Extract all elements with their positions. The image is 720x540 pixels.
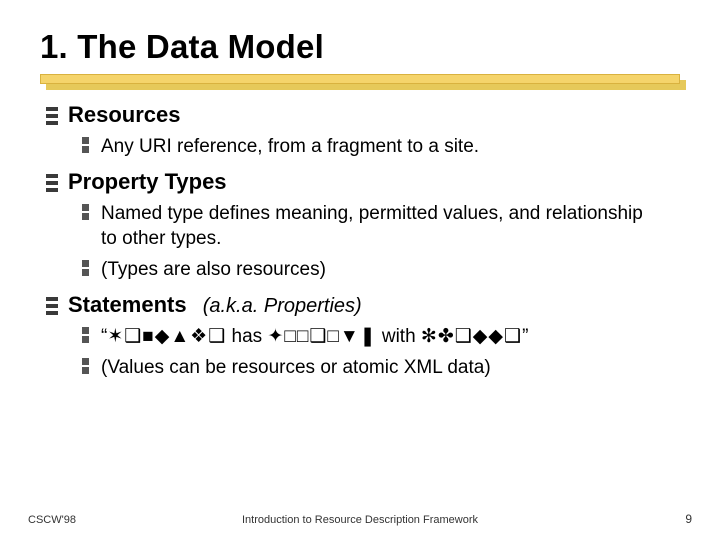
sub-bullet-icon: [82, 327, 89, 343]
bullet-icon: [46, 297, 58, 315]
section-statements: Statements (a.k.a. Properties): [46, 292, 680, 318]
section-resources: Resources: [46, 102, 680, 128]
section-heading: Statements (a.k.a. Properties): [68, 292, 362, 318]
with-word: with: [377, 326, 421, 347]
section-heading-aka: (a.k.a. Properties): [203, 295, 362, 317]
section-heading: Resources: [68, 102, 181, 128]
section-heading: Property Types: [68, 169, 227, 195]
sub-bullet-icon: [82, 260, 89, 276]
slide-title: 1. The Data Model: [40, 28, 680, 66]
section-heading-text: Statements: [68, 292, 187, 317]
section-property-types: Property Types: [46, 169, 680, 195]
has-word: has: [226, 326, 267, 347]
sub-bullet-icon: [82, 204, 89, 220]
property-glyphs: ✦□□❑□▼❚: [267, 326, 376, 347]
list-item-text: Any URI reference, from a fragment to a …: [101, 134, 479, 159]
statement-triple: “✶❑■◆▲❖❑ has ✦□□❑□▼❚ with ✻✤❑◆◆❑”: [101, 324, 528, 349]
slide-footer: CSCW'98 Introduction to Resource Descrip…: [0, 512, 720, 526]
list-item-text: Named type defines meaning, permitted va…: [101, 201, 661, 251]
sub-bullet-icon: [82, 358, 89, 374]
sub-bullet-icon: [82, 137, 89, 153]
list-item: (Values can be resources or atomic XML d…: [82, 355, 680, 380]
title-underline: [40, 74, 680, 92]
bullet-icon: [46, 174, 58, 192]
value-glyphs: ✻✤❑◆◆❑: [421, 326, 522, 347]
list-item-text: (Types are also resources): [101, 257, 326, 282]
list-item-text: (Values can be resources or atomic XML d…: [101, 355, 491, 380]
footer-center: Introduction to Resource Description Fra…: [0, 514, 720, 526]
list-item: Any URI reference, from a fragment to a …: [82, 134, 680, 159]
list-item: (Types are also resources): [82, 257, 680, 282]
list-item: Named type defines meaning, permitted va…: [82, 201, 680, 251]
slide-body: Resources Any URI reference, from a frag…: [40, 102, 680, 380]
list-item: “✶❑■◆▲❖❑ has ✦□□❑□▼❚ with ✻✤❑◆◆❑”: [82, 324, 680, 349]
bullet-icon: [46, 107, 58, 125]
resource-glyphs: ✶❑■◆▲❖❑: [107, 326, 226, 347]
slide: 1. The Data Model Resources Any URI refe…: [0, 0, 720, 540]
close-quote: ”: [522, 326, 528, 347]
